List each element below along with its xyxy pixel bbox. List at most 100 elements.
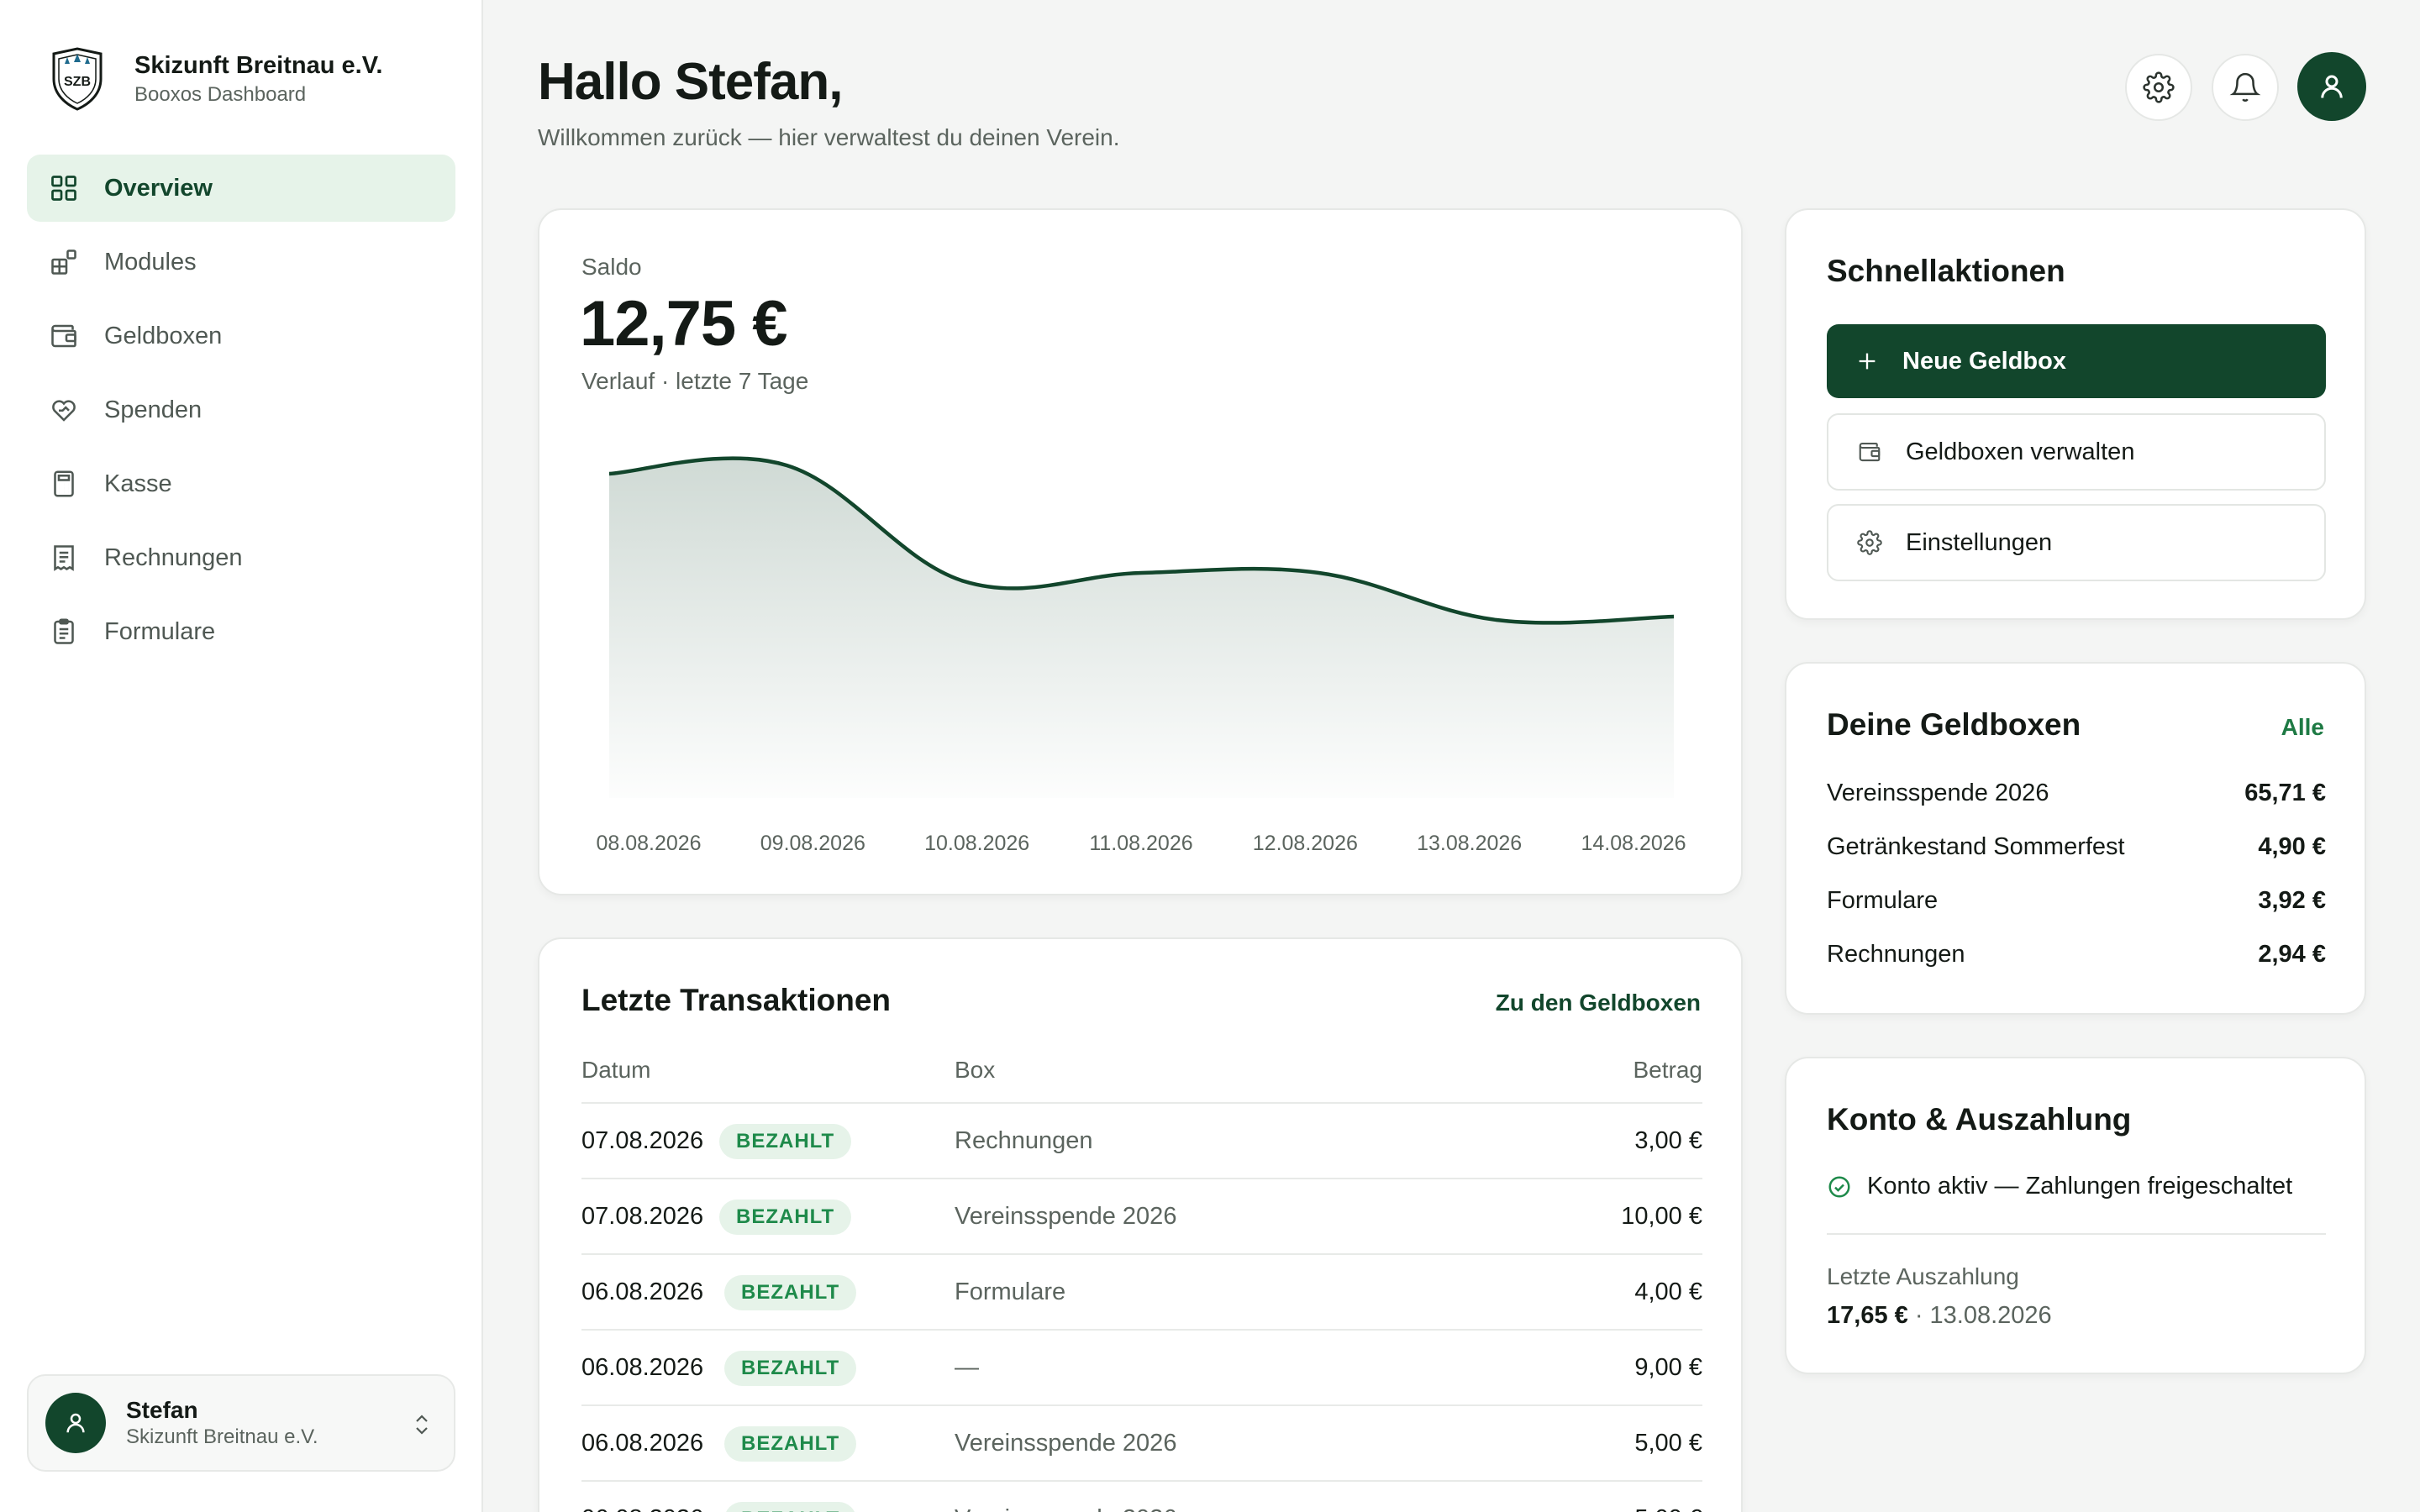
receipt-icon [49,543,79,573]
sidebar-item-overview[interactable]: Overview [27,155,455,222]
saldo-card: Saldo 12,75 € Verlauf · letzte 7 Tage 08… [538,208,1743,895]
geldbox-row[interactable]: Formulare 3,92 € [1827,887,2326,921]
svg-text:SZB: SZB [64,75,91,89]
user-org: Skizunft Breitnau e.V. [126,1425,318,1448]
to-geldboxen-link[interactable]: Zu den Geldboxen [1496,990,1701,1016]
table-row[interactable]: 06.08.2026 BEZAHLT Vereinsspende 2026 5,00 … [581,1404,1702,1480]
last-payout-label: Letzte Auszahlung [1827,1263,2019,1289]
transactions-title: Letzte Transaktionen [581,983,892,1017]
user-switcher[interactable]: Stefan Skizunft Breitnau e.V. [27,1374,455,1472]
status-badge: BEZAHLT [724,1426,857,1462]
geldbox-name: Formulare [1827,887,1939,914]
column-box: Box [955,1057,996,1083]
settings-button[interactable] [2125,54,2192,121]
button-label: Neue Geldbox [1902,347,2066,375]
status-badge: BEZAHLT [719,1200,852,1235]
geldbox-row[interactable]: Rechnungen 2,94 € [1827,941,2326,974]
tx-date: 06.08.2026 [581,1278,704,1305]
tx-box: Formulare [955,1278,1066,1305]
geldboxen-title: Deine Geldboxen [1827,707,2081,742]
geldbox-value: 3,92 € [2258,887,2326,914]
sidebar-item-label: Modules [104,248,197,276]
status-badge: BEZAHLT [724,1275,857,1310]
check-circle-icon [1828,1176,1850,1197]
notifications-button[interactable] [2212,54,2279,121]
sidebar-item-geldboxen[interactable]: Geldboxen [27,302,455,370]
wallet-icon [1859,442,1881,462]
table-row[interactable]: 07.08.2026 BEZAHLT Rechnungen 3,00 € [581,1102,1702,1178]
last-payout-amount: 17,65 € [1827,1302,1908,1329]
brand-subtitle: Booxos Dashboard [134,83,307,106]
page-title: Hallo Stefan, [538,53,844,111]
tx-box: Rechnungen [955,1127,1093,1154]
gear-icon [2143,71,2175,103]
tx-box: — [955,1354,979,1381]
x-tick-label: 09.08.2026 [760,832,865,855]
geldbox-value: 4,90 € [2258,833,2326,860]
geldbox-name: Getränkestand Sommerfest [1827,833,2125,860]
saldo-area-chart: 08.08.2026 09.08.2026 10.08.2026 11.08.2026… [596,456,1686,855]
table-row[interactable]: 06.08.2026 BEZAHLT — 9,00 € [581,1329,1702,1404]
column-amount: Betrag [1633,1057,1703,1083]
calculator-icon [49,469,79,499]
geldbox-value: 2,94 € [2258,941,2326,968]
sidebar-item-kasse[interactable]: Kasse [27,450,455,517]
tx-date: 07.08.2026 [581,1203,704,1230]
user-icon [2321,75,2343,98]
table-row[interactable]: 06.08.2026 BEZAHLT Vereinsspende 2026 5,00 … [581,1480,1702,1512]
tx-date: 06.08.2026 [581,1505,703,1512]
geldbox-row[interactable]: Vereinsspende 2026 65,71 € [1827,780,2326,813]
heart-hand-icon [49,395,79,425]
geldbox-value: 65,71 € [2244,780,2326,806]
sidebar-item-spenden[interactable]: Spenden [27,376,455,444]
clipboard-icon [49,617,79,647]
tx-date: 06.08.2026 [581,1430,704,1457]
modules-icon [49,247,79,277]
tx-box: Vereinsspende 2026 [955,1203,1177,1230]
sidebar-item-formulare[interactable]: Formulare [27,598,455,665]
tx-amount: 9,00 € [1634,1354,1702,1381]
geldbox-row[interactable]: Getränkestand Sommerfest 4,90 € [1827,833,2326,867]
tx-amount: 3,00 € [1634,1127,1702,1154]
sidebar-item-label: Overview [104,174,213,202]
brand-name: Skizunft Breitnau e.V. [134,52,383,79]
manage-geldboxen-button[interactable]: Geldboxen verwalten [1827,413,2326,491]
profile-avatar-button[interactable] [2297,52,2366,121]
konto-status: Konto aktiv — Zahlungen freigeschaltet [1827,1173,2292,1200]
last-payout-date: 13.08.2026 [1929,1302,2052,1329]
table-row[interactable]: 06.08.2026 BEZAHLT Formulare 4,00 € [581,1253,1702,1329]
konto-title: Konto & Auszahlung [1827,1102,2132,1137]
x-tick-label: 08.08.2026 [596,832,701,855]
x-tick-label: 14.08.2026 [1581,832,1686,855]
tx-date: 06.08.2026 [581,1354,704,1381]
welcome-text: Willkommen zurück — hier verwaltest du d… [538,124,1120,150]
quick-actions-title: Schnellaktionen [1827,254,2065,288]
sidebar-item-label: Geldboxen [104,322,223,349]
last-payout-sep: · [1907,1302,1930,1329]
settings-action-button[interactable]: Einstellungen [1827,504,2326,581]
button-label: Geldboxen verwalten [1906,438,2135,465]
new-geldbox-button[interactable]: Neue Geldbox [1827,324,2326,398]
column-date: Datum [581,1057,651,1083]
tx-box: Vereinsspende 2026 [955,1505,1176,1512]
sidebar-item-modules[interactable]: Modules [27,228,455,296]
bell-icon [2229,72,2261,102]
geldbox-name: Rechnungen [1827,941,1965,968]
tx-amount: 10,00 € [1621,1203,1702,1230]
x-tick-label: 11.08.2026 [1089,832,1192,855]
last-payout-value: 17,65 € · 13.08.2026 [1827,1302,2052,1330]
x-tick-label: 10.08.2026 [924,832,1029,855]
sidebar-item-label: Spenden [104,396,203,423]
sidebar-item-label: Formulare [104,617,216,645]
sidebar-item-rechnungen[interactable]: Rechnungen [27,524,455,591]
avatar [45,1393,106,1453]
all-geldboxen-link[interactable]: Alle [2281,714,2324,741]
table-row[interactable]: 07.08.2026 BEZAHLT Vereinsspende 2026 10,00… [581,1178,1702,1253]
club-crest-logo: SZB [52,47,103,111]
tx-box: Vereinsspende 2026 [955,1430,1177,1457]
chart-area-fill [609,458,1674,798]
status-badge: BEZAHLT [719,1124,852,1159]
tx-date: 07.08.2026 [581,1127,704,1154]
user-name: Stefan [126,1397,198,1423]
brand[interactable]: SZB Skizunft Breitnau e.V. Booxos Dashbo… [47,47,382,111]
